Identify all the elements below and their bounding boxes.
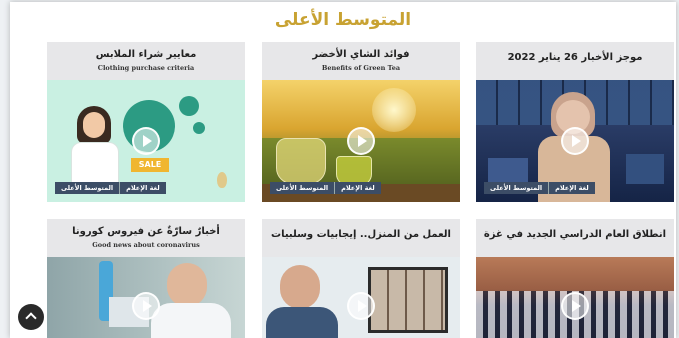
play-icon[interactable]	[132, 127, 160, 155]
video-thumbnail[interactable]	[262, 257, 460, 338]
card-title-ar[interactable]: موجز الأخبار 26 يناير 2022	[476, 42, 674, 64]
card-header: فوائد الشاي الأخضر Benefits of Green Tea	[262, 42, 460, 80]
page: المتوسط الأعلى موجز الأخبار 26 يناير 202…	[10, 2, 676, 338]
tag-level[interactable]: المتوسط الأعلى	[270, 182, 335, 194]
card-title-en: Benefits of Green Tea	[321, 64, 401, 72]
video-thumbnail[interactable]: SALE المتوسط الأعلى لغة الإعلام	[47, 80, 245, 202]
scroll-to-top-button[interactable]	[18, 304, 44, 330]
video-card-news[interactable]: موجز الأخبار 26 يناير 2022 المتوسط الأعل…	[476, 42, 674, 202]
play-icon[interactable]	[132, 291, 160, 320]
tag-category[interactable]: لغة الإعلام	[548, 182, 595, 194]
video-card-green-tea[interactable]: فوائد الشاي الأخضر Benefits of Green Tea…	[262, 42, 460, 202]
card-tags: المتوسط الأعلى لغة الإعلام	[55, 182, 166, 194]
card-title-ar[interactable]: فوائد الشاي الأخضر	[262, 42, 460, 61]
card-header: موجز الأخبار 26 يناير 2022	[476, 42, 674, 80]
video-thumbnail[interactable]	[476, 257, 674, 338]
card-title-en: Good news about coronavirus	[92, 241, 200, 249]
video-thumbnail[interactable]	[47, 257, 245, 338]
section-title: المتوسط الأعلى	[274, 10, 412, 30]
play-icon[interactable]	[561, 291, 589, 320]
tag-level[interactable]: المتوسط الأعلى	[484, 182, 549, 194]
card-title-en: Clothing purchase criteria	[97, 64, 195, 72]
card-title-ar[interactable]: معايير شراء الملابس	[47, 42, 245, 61]
card-header: العمل من المنزل.. إيجابيات وسلبيات	[262, 219, 460, 257]
tag-category[interactable]: لغة الإعلام	[119, 182, 166, 194]
video-card-clothing[interactable]: معايير شراء الملابس Clothing purchase cr…	[47, 42, 245, 202]
sale-badge: SALE	[131, 158, 169, 172]
card-tags: المتوسط الأعلى لغة الإعلام	[484, 182, 595, 194]
card-title-ar[interactable]: العمل من المنزل.. إيجابيات وسلبيات	[262, 219, 460, 241]
card-title-ar[interactable]: انطلاق العام الدراسي الجديد في غزة	[476, 219, 674, 241]
video-card-school-gaza[interactable]: انطلاق العام الدراسي الجديد في غزة	[476, 219, 674, 338]
card-header: أخبارٌ سارّةٌ عن فيروس كورونا Good news …	[47, 219, 245, 257]
play-icon[interactable]	[347, 127, 375, 155]
card-title-ar[interactable]: أخبارٌ سارّةٌ عن فيروس كورونا	[47, 219, 245, 238]
play-icon[interactable]	[561, 127, 589, 155]
video-thumbnail[interactable]: المتوسط الأعلى لغة الإعلام	[476, 80, 674, 202]
tag-level[interactable]: المتوسط الأعلى	[55, 182, 120, 194]
video-card-work-from-home[interactable]: العمل من المنزل.. إيجابيات وسلبيات	[262, 219, 460, 338]
tag-category[interactable]: لغة الإعلام	[334, 182, 381, 194]
card-header: معايير شراء الملابس Clothing purchase cr…	[47, 42, 245, 80]
video-thumbnail[interactable]: المتوسط الأعلى لغة الإعلام	[262, 80, 460, 202]
play-icon[interactable]	[347, 291, 375, 320]
card-tags: المتوسط الأعلى لغة الإعلام	[270, 182, 381, 194]
card-header: انطلاق العام الدراسي الجديد في غزة	[476, 219, 674, 257]
video-card-coronavirus[interactable]: أخبارٌ سارّةٌ عن فيروس كورونا Good news …	[47, 219, 245, 338]
